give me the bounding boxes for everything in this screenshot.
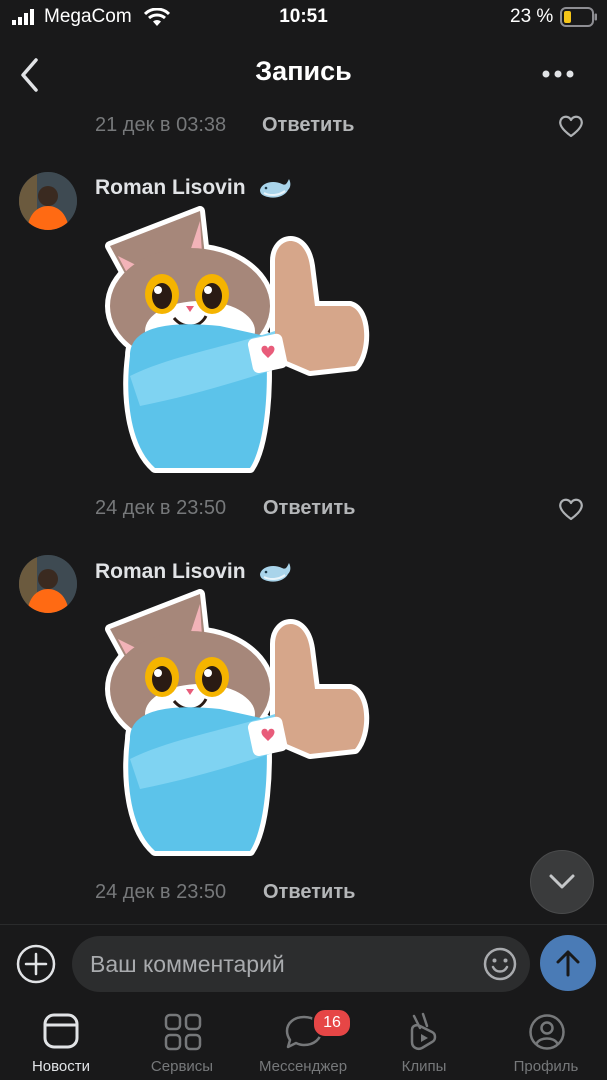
- comment-input[interactable]: [90, 936, 470, 992]
- comment-date: 24 дек в 23:50: [95, 497, 227, 519]
- scroll-down-button[interactable]: [530, 850, 594, 914]
- whale-emoji-icon: [260, 563, 291, 582]
- news-icon: [43, 1013, 79, 1049]
- battery-icon: [560, 7, 597, 27]
- arrow-up-icon: [556, 950, 580, 977]
- tab-services[interactable]: Сервисы: [122, 1010, 243, 1080]
- chevron-down-icon: [549, 874, 575, 889]
- unread-badge: 16: [312, 1008, 352, 1038]
- emoji-icon[interactable]: [482, 946, 518, 982]
- comment-input-box: [72, 936, 530, 992]
- page-title: Запись: [255, 56, 352, 86]
- profile-icon: [529, 1014, 565, 1050]
- comment-date: 24 дек в 23:50: [95, 881, 227, 903]
- more-options-icon[interactable]: [541, 69, 575, 79]
- reply-button[interactable]: Ответить: [262, 114, 354, 137]
- whale-emoji-icon: [260, 179, 291, 198]
- tab-news[interactable]: Новости: [0, 1010, 122, 1080]
- cat-thumbs-up-sticker[interactable]: [100, 206, 372, 476]
- cat-thumbs-up-sticker[interactable]: [100, 589, 372, 859]
- like-heart-icon[interactable]: [558, 114, 584, 138]
- send-button[interactable]: [540, 935, 596, 991]
- tab-label: Клипы: [401, 1058, 447, 1075]
- like-heart-icon[interactable]: [558, 497, 584, 521]
- reply-button[interactable]: Ответить: [263, 881, 355, 904]
- reply-button[interactable]: Ответить: [263, 497, 355, 520]
- battery-percent: 23 %: [510, 6, 554, 27]
- tab-label: Новости: [31, 1058, 91, 1075]
- avatar[interactable]: [19, 172, 77, 230]
- comment-author[interactable]: Roman Lisovin: [95, 560, 246, 584]
- tab-profile[interactable]: Профиль: [485, 1010, 607, 1080]
- tab-clips[interactable]: Клипы: [364, 1010, 485, 1080]
- status-bar: MegaCom 10:51 23 %: [0, 0, 607, 34]
- tab-label: Сервисы: [150, 1058, 214, 1075]
- comment-author[interactable]: Roman Lisovin: [95, 176, 246, 200]
- tab-label: Профиль: [513, 1058, 579, 1075]
- add-attachment-button[interactable]: [15, 943, 57, 985]
- comment-date: 21 дек в 03:38: [95, 114, 227, 136]
- services-icon: [164, 1013, 202, 1051]
- avatar[interactable]: [19, 555, 77, 613]
- tab-label: Мессенджер: [258, 1058, 348, 1075]
- clips-icon: [410, 1012, 437, 1050]
